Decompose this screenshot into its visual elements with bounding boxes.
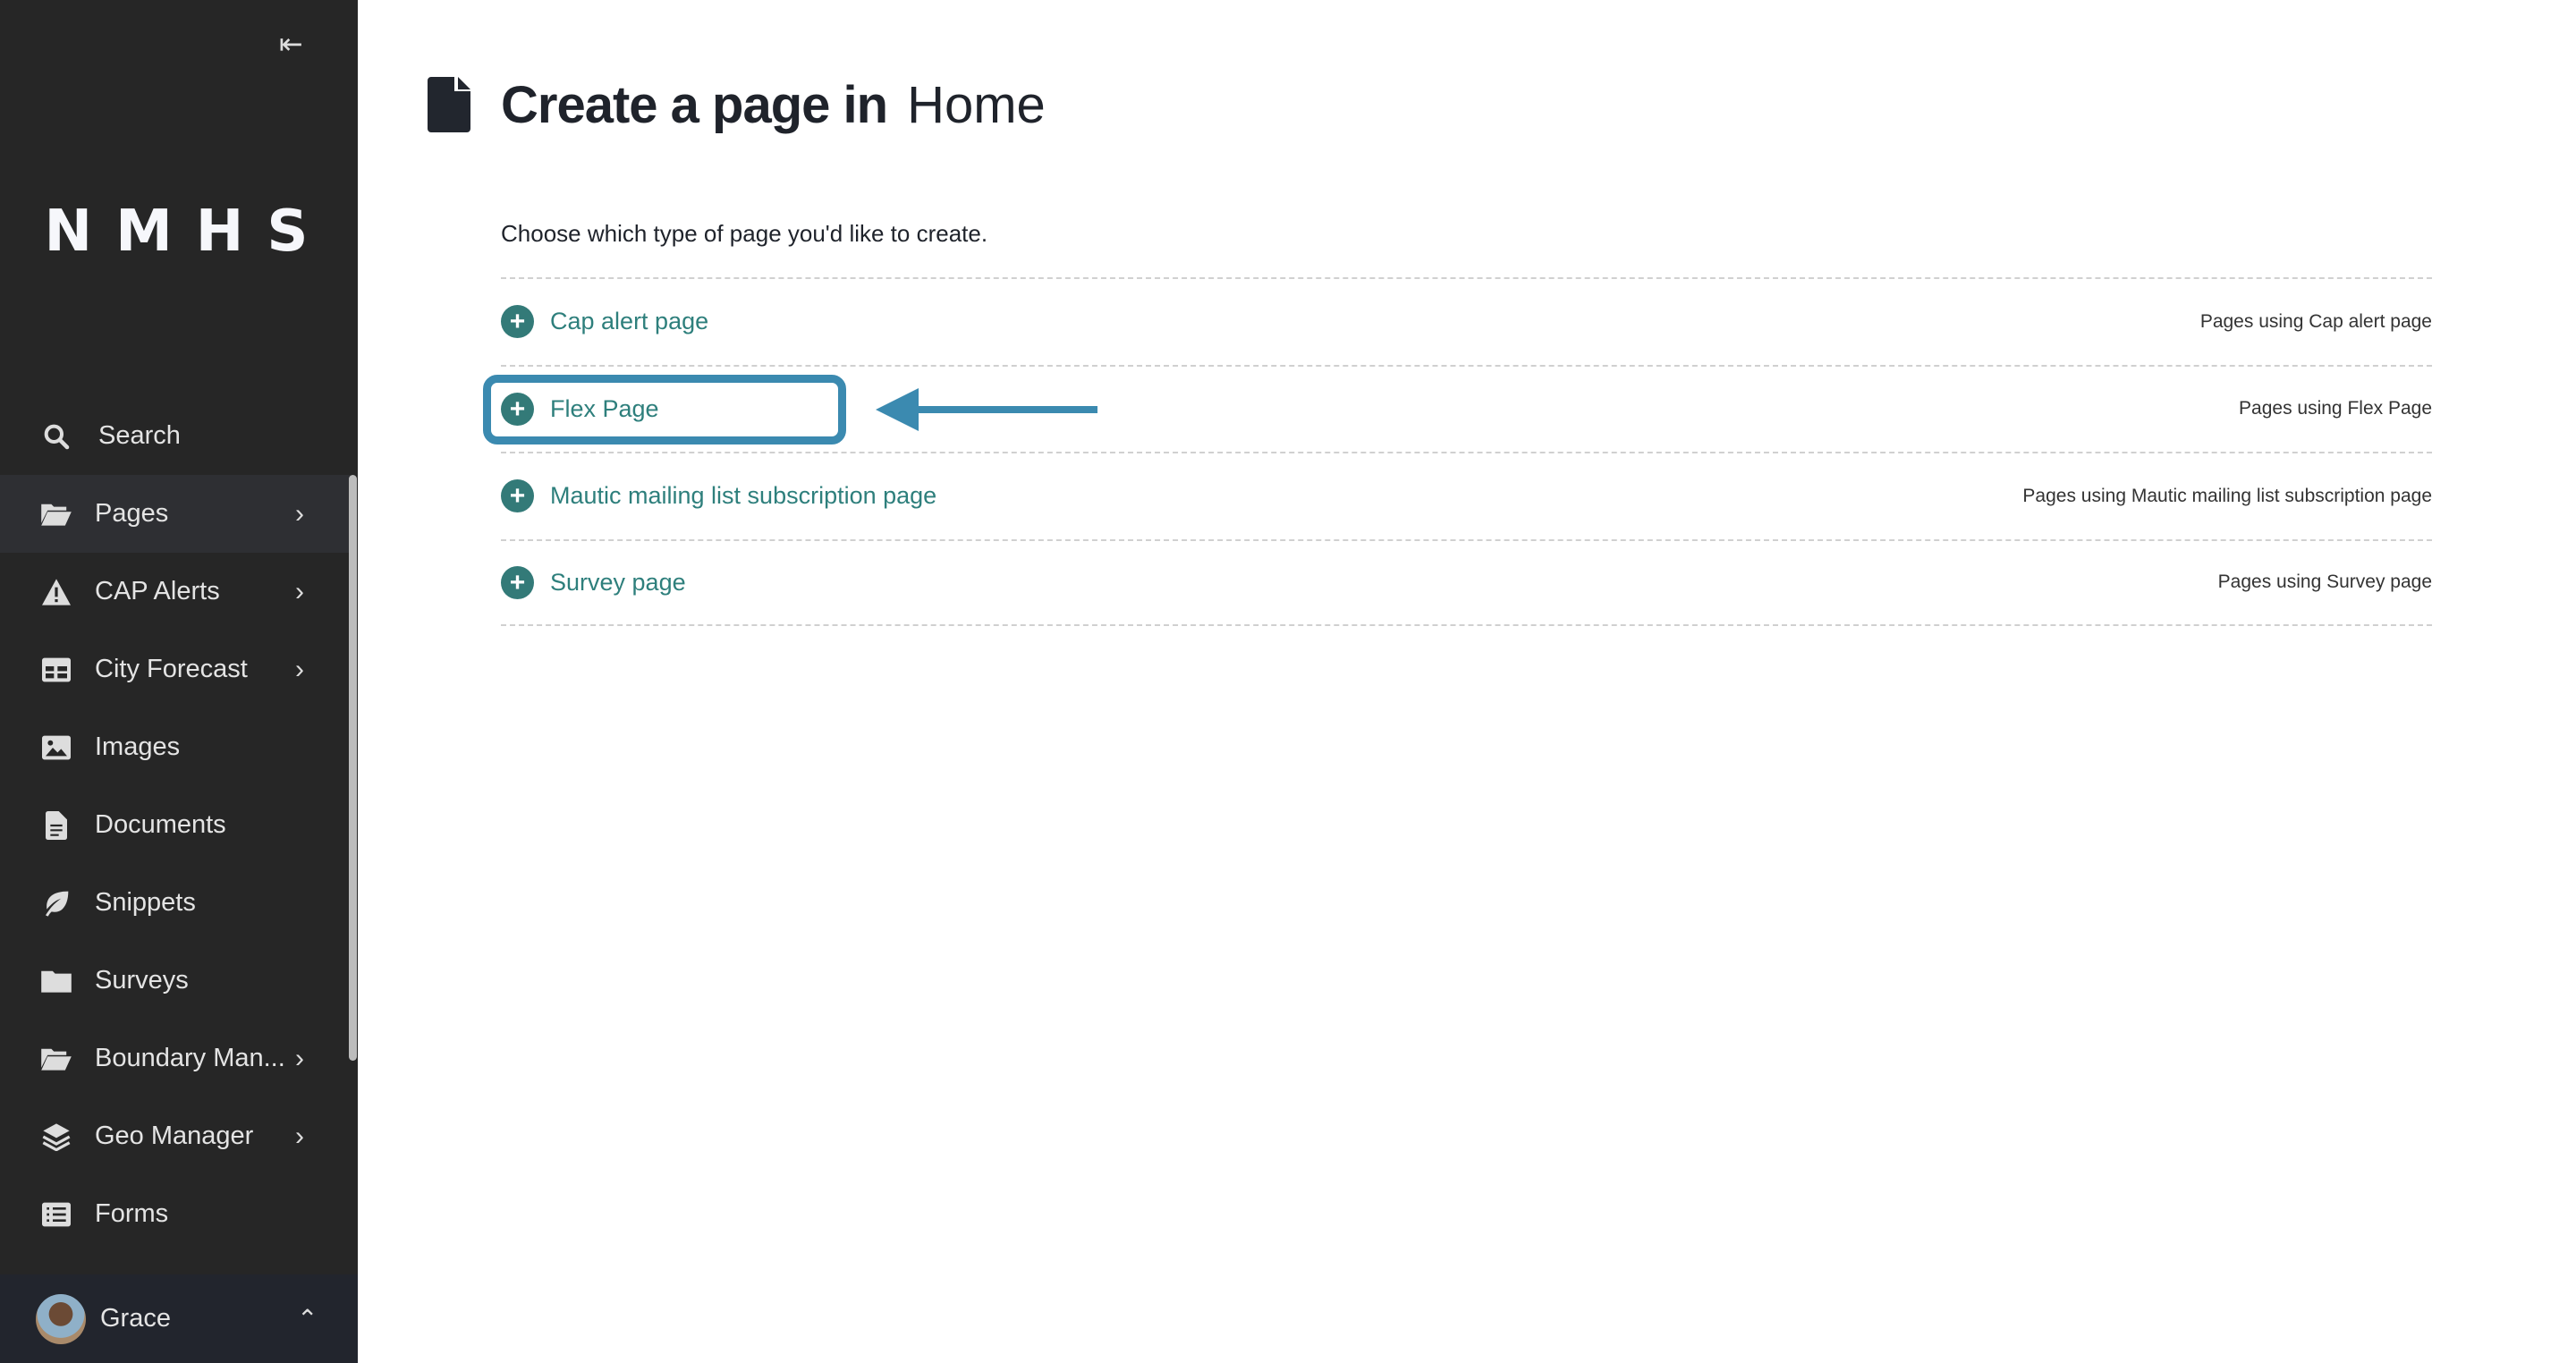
sidebar-item-surveys[interactable]: Surveys xyxy=(0,942,351,1020)
sidebar-item-label: CAP Alerts xyxy=(95,577,220,605)
folder-open-icon xyxy=(41,499,72,529)
sidebar-item-geo-manager[interactable]: Geo Manager › xyxy=(0,1097,351,1175)
user-name: Grace xyxy=(100,1304,171,1333)
sidebar-item-label: Pages xyxy=(95,499,169,528)
intro-text: Choose which type of page you'd like to … xyxy=(501,220,988,247)
sidebar-item-label: Images xyxy=(95,732,181,761)
pages-using-link[interactable]: Pages using Mautic mailing list subscrip… xyxy=(2022,486,2432,507)
logo[interactable]: NMHS xyxy=(0,199,358,265)
table-icon xyxy=(41,655,72,685)
document-icon xyxy=(428,77,470,132)
collapse-left-icon[interactable]: ⇤ xyxy=(279,27,303,61)
main-content: Create a page in Home Choose which type o… xyxy=(358,0,2576,1363)
chevron-right-icon: › xyxy=(295,654,304,684)
sidebar-item-label: Documents xyxy=(95,810,226,839)
avatar xyxy=(36,1293,86,1344)
page-type-row: + Flex Page Pages using Flex Page xyxy=(501,364,2432,452)
page-type-row: + Cap alert page Pages using Cap alert pag… xyxy=(501,277,2432,364)
image-icon xyxy=(41,732,72,763)
sidebar-item-pages[interactable]: Pages › xyxy=(0,475,351,553)
plus-circle-icon: + xyxy=(501,305,534,338)
sidebar-item-city-forecast[interactable]: City Forecast › xyxy=(0,631,351,708)
arrow-annotation xyxy=(876,388,1097,431)
plus-circle-icon: + xyxy=(501,565,534,599)
search-icon xyxy=(41,421,72,452)
sidebar-item-label: Forms xyxy=(95,1199,169,1228)
plus-circle-icon: + xyxy=(501,392,534,426)
sidebar: ⇤ NMHS Search Pages › CAP Alerts › City Forec… xyxy=(0,0,358,1363)
leaf-icon xyxy=(41,888,72,919)
warning-icon xyxy=(41,577,72,607)
sidebar-item-forms[interactable]: Forms xyxy=(0,1175,351,1253)
list-icon xyxy=(41,1199,72,1230)
sidebar-item-label: Boundary Man... xyxy=(95,1044,285,1072)
pages-using-link[interactable]: Pages using Flex Page xyxy=(2239,398,2432,419)
layers-icon xyxy=(41,1122,72,1152)
chevron-right-icon: › xyxy=(295,1043,304,1073)
document-icon xyxy=(41,810,72,841)
plus-circle-icon: + xyxy=(501,479,534,512)
pages-using-link[interactable]: Pages using Cap alert page xyxy=(2200,311,2432,333)
chevron-right-icon: › xyxy=(295,576,304,606)
chevron-right-icon: › xyxy=(295,1121,304,1151)
page-type-link[interactable]: + Mautic mailing list subscription page xyxy=(501,479,936,512)
folder-icon xyxy=(41,966,72,996)
sidebar-item-label: Geo Manager xyxy=(95,1122,254,1150)
sidebar-scrollbar[interactable] xyxy=(349,475,357,1061)
page-type-row: + Mautic mailing list subscription page Pa… xyxy=(501,452,2432,538)
page-type-link[interactable]: + Flex Page xyxy=(501,392,659,426)
page-type-link[interactable]: + Survey page xyxy=(501,565,686,599)
pages-using-link[interactable]: Pages using Survey page xyxy=(2218,571,2432,593)
sidebar-item-boundary-man[interactable]: Boundary Man... › xyxy=(0,1020,351,1097)
sidebar-item-search[interactable]: Search xyxy=(0,397,351,475)
sidebar-item-documents[interactable]: Documents xyxy=(0,786,351,864)
page-type-row: + Survey page Pages using Survey page xyxy=(501,538,2432,626)
chevron-right-icon: › xyxy=(295,498,304,529)
sidebar-item-label: City Forecast xyxy=(95,655,248,683)
chevron-up-icon: ⌃ xyxy=(297,1305,318,1333)
sidebar-item-label: Snippets xyxy=(95,888,196,917)
parent-page-name: Home xyxy=(907,76,1046,134)
sidebar-item-label: Surveys xyxy=(95,966,189,995)
page-title: Create a page in Home xyxy=(501,76,1046,134)
user-menu[interactable]: Grace ⌃ xyxy=(0,1274,358,1363)
sidebar-item-cap-alerts[interactable]: CAP Alerts › xyxy=(0,553,351,631)
page-type-link[interactable]: + Cap alert page xyxy=(501,305,708,338)
folder-open-icon xyxy=(41,1044,72,1074)
sidebar-item-images[interactable]: Images xyxy=(0,708,351,786)
sidebar-item-snippets[interactable]: Snippets xyxy=(0,864,351,942)
sidebar-item-label: Search xyxy=(98,421,181,450)
